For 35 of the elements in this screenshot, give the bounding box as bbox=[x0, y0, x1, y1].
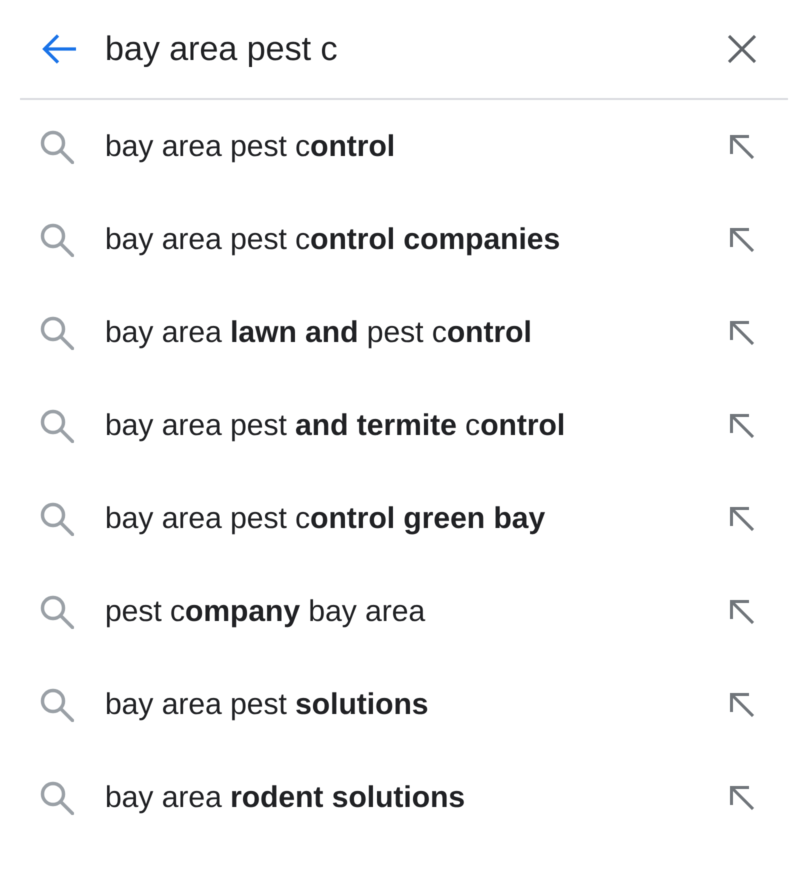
fill-query-button[interactable] bbox=[728, 412, 756, 440]
search-icon bbox=[40, 408, 74, 442]
fill-query-button[interactable] bbox=[728, 598, 756, 626]
back-arrow-icon bbox=[42, 34, 76, 64]
arrow-up-left-icon bbox=[730, 414, 754, 438]
arrow-up-left-icon bbox=[730, 600, 754, 624]
close-icon bbox=[728, 35, 756, 63]
arrow-up-left-icon bbox=[730, 228, 754, 252]
search-icon bbox=[40, 594, 74, 628]
arrow-up-left-icon bbox=[730, 692, 754, 716]
fill-query-button[interactable] bbox=[728, 690, 756, 718]
suggestion-text[interactable]: bay area rodent solutions bbox=[105, 778, 466, 816]
search-field[interactable]: bay area pest c bbox=[105, 26, 726, 72]
fill-query-button[interactable] bbox=[728, 784, 756, 812]
suggestion-text[interactable]: bay area pest solutions bbox=[105, 686, 428, 724]
fill-query-button[interactable] bbox=[728, 132, 756, 160]
fill-query-button[interactable] bbox=[728, 318, 756, 346]
suggestion-text[interactable]: pest company bay area bbox=[105, 592, 426, 630]
suggestion-text[interactable]: bay area lawn and pest control bbox=[105, 314, 532, 352]
search-icon bbox=[40, 688, 74, 722]
arrow-up-left-icon bbox=[730, 134, 754, 158]
search-icon bbox=[40, 222, 74, 256]
fill-query-button[interactable] bbox=[728, 226, 756, 254]
arrow-up-left-icon bbox=[730, 786, 754, 810]
fill-query-button[interactable] bbox=[728, 504, 756, 532]
search-icon bbox=[40, 502, 74, 536]
search-icon bbox=[40, 316, 74, 350]
suggestion-text[interactable]: bay area pest control companies bbox=[105, 220, 560, 258]
arrow-up-left-icon bbox=[730, 506, 754, 530]
suggestion-text[interactable]: bay area pest control bbox=[105, 128, 396, 166]
suggestion-text[interactable]: bay area pest and termite control bbox=[105, 406, 566, 444]
search-icon bbox=[40, 130, 74, 164]
suggestion-text[interactable]: bay area pest control green bay bbox=[105, 500, 546, 538]
search-icon bbox=[40, 780, 74, 814]
arrow-up-left-icon bbox=[730, 320, 754, 344]
